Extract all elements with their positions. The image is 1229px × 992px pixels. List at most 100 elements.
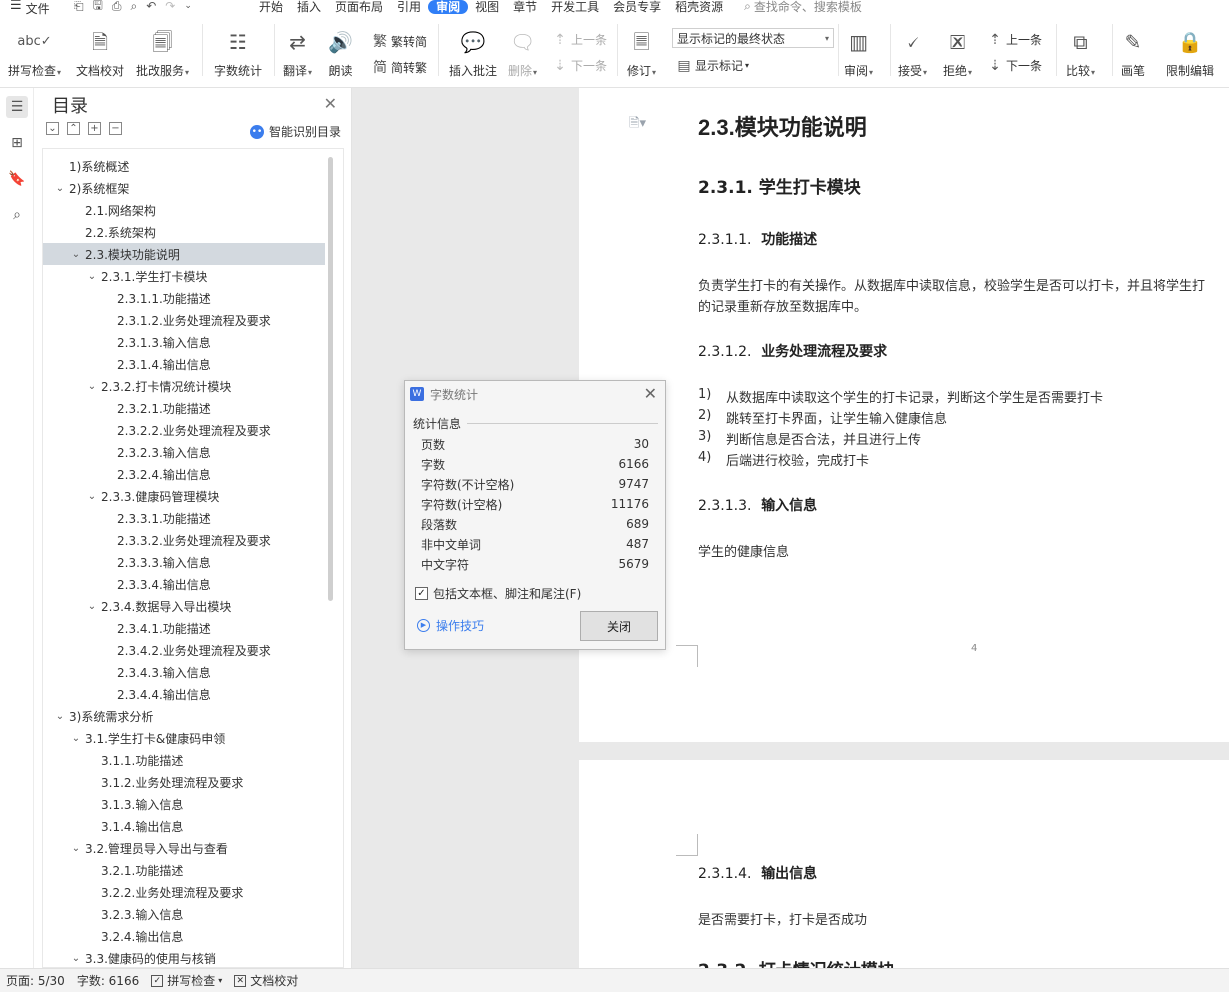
tab-8[interactable]: 会员专享 (606, 0, 668, 14)
toc-item[interactable]: 1)系统概述 (43, 155, 325, 177)
toc-item[interactable]: ⌄ 2.3.4.数据导入导出模块 (43, 595, 325, 617)
chapter-nav-icon[interactable]: ⊞ (6, 132, 28, 154)
toc-item[interactable]: 3.2.3.输入信息 (43, 903, 325, 925)
bookmark-icon[interactable]: 🔖 (6, 168, 28, 190)
spellcheck-button[interactable]: abc✓ 拼写检查▾ (8, 28, 61, 79)
chevron-down-icon[interactable]: ⌄ (69, 249, 83, 260)
toc-item[interactable]: 2.3.3.1.功能描述 (43, 507, 325, 529)
reject-button[interactable]: 🗷 拒绝▾ (943, 28, 972, 79)
toc-item[interactable]: 2.2.系统架构 (43, 221, 325, 243)
close-icon[interactable]: ✕ (324, 94, 337, 113)
new-doc-icon[interactable]: ⎗ (74, 0, 84, 14)
add-heading-icon[interactable]: + (88, 122, 101, 135)
markup-state-select[interactable]: 显示标记的最终状态 ▾ (672, 28, 834, 48)
show-markup-button[interactable]: ▤ 显示标记 ▾ (676, 57, 749, 74)
toc-item[interactable]: 3.1.2.业务处理流程及要求 (43, 771, 325, 793)
close-button[interactable]: 关闭 (580, 611, 658, 641)
toc-item[interactable]: ⌄ 2.3.3.健康码管理模块 (43, 485, 325, 507)
spellcheck-status[interactable]: ✓ 拼写检查 ▾ (145, 972, 228, 989)
toc-item[interactable]: 3.1.3.输入信息 (43, 793, 325, 815)
toc-item[interactable]: 2.3.1.3.输入信息 (43, 331, 325, 353)
remove-heading-icon[interactable]: − (109, 122, 122, 135)
file-menu[interactable]: ☰ 文件 (0, 0, 66, 16)
toc-item[interactable]: 2.3.1.2.业务处理流程及要求 (43, 309, 325, 331)
batch-service-button[interactable]: 🗐 批改服务▾ (136, 28, 189, 79)
toc-item[interactable]: 3.2.2.业务处理流程及要求 (43, 881, 325, 903)
toc-item[interactable]: 2.3.4.4.输出信息 (43, 683, 325, 705)
expand-up-icon[interactable]: ⌃ (67, 122, 80, 135)
tab-1[interactable]: 插入 (290, 0, 328, 14)
close-icon[interactable]: ✕ (644, 384, 657, 403)
toc-item[interactable]: 2.3.1.1.功能描述 (43, 287, 325, 309)
chevron-down-icon[interactable]: ⌄ (53, 711, 67, 722)
translate-button[interactable]: ⇄ 翻译▾ (283, 28, 312, 79)
chevron-down-icon[interactable]: ⌄ (69, 953, 83, 964)
insert-comment-button[interactable]: 💬 插入批注 (449, 28, 497, 79)
tips-link[interactable]: ▶ 操作技巧 (417, 617, 484, 634)
toc-item[interactable]: 3.2.1.功能描述 (43, 859, 325, 881)
doc-proof-status[interactable]: ✕ 文档校对 (228, 972, 304, 989)
toc-item[interactable]: 2.3.3.3.输入信息 (43, 551, 325, 573)
collapse-icon[interactable]: ⌄ (46, 122, 59, 135)
tab-2[interactable]: 页面布局 (328, 0, 390, 14)
revise-button[interactable]: 🗏 修订▾ (627, 28, 656, 79)
toc-item[interactable]: 2.3.3.4.输出信息 (43, 573, 325, 595)
print-icon[interactable]: ⎙ (112, 0, 122, 14)
toc-item[interactable]: ⌄ 2)系统框架 (43, 177, 325, 199)
print-preview-icon[interactable]: ⌕ (130, 0, 137, 14)
toc-nav-icon[interactable]: ☰ (6, 96, 28, 118)
toc-item[interactable]: 3.1.1.功能描述 (43, 749, 325, 771)
chevron-down-icon[interactable]: ⌄ (85, 601, 99, 612)
include-textbox-checkbox[interactable]: ✓ 包括文本框、脚注和尾注(F) (415, 585, 581, 602)
pen-button[interactable]: ✎ 画笔 (1121, 28, 1145, 79)
customize-toolbar-icon[interactable]: ⌄ (184, 1, 192, 11)
delete-comment-button[interactable]: 🗨 删除▾ (508, 28, 537, 79)
chevron-down-icon[interactable]: ⌄ (85, 381, 99, 392)
toc-item[interactable]: ⌄ 3.2.管理员导入导出与查看 (43, 837, 325, 859)
toc-item[interactable]: ⌄ 2.3.2.打卡情况统计模块 (43, 375, 325, 397)
toc-item[interactable]: 2.3.3.2.业务处理流程及要求 (43, 529, 325, 551)
toc-item[interactable]: ⌄ 3)系统需求分析 (43, 705, 325, 727)
tab-0[interactable]: 开始 (252, 0, 290, 14)
word-count-indicator[interactable]: 字数: 6166 (71, 972, 145, 989)
chevron-down-icon[interactable]: ⌄ (85, 491, 99, 502)
toc-item[interactable]: ⌄ 3.3.健康码的使用与核销 (43, 947, 325, 967)
toc-item[interactable]: 2.1.网络架构 (43, 199, 325, 221)
redo-icon[interactable]: ↷ (165, 0, 175, 13)
tab-5[interactable]: 视图 (468, 0, 506, 14)
doc-proof-button[interactable]: 🗎 文档校对 (76, 28, 124, 79)
chevron-down-icon[interactable]: ⌄ (85, 271, 99, 282)
read-aloud-button[interactable]: 🔊 朗读 (328, 28, 353, 79)
toc-item[interactable]: 2.3.4.2.业务处理流程及要求 (43, 639, 325, 661)
doc-outline-icon[interactable]: 🗎▾ (629, 114, 646, 136)
toc-item[interactable]: 2.3.2.1.功能描述 (43, 397, 325, 419)
review-pane-button[interactable]: ▥ 审阅▾ (844, 28, 873, 79)
toc-item[interactable]: 2.3.4.3.输入信息 (43, 661, 325, 683)
dialog-titlebar[interactable]: W 字数统计 ✕ (405, 381, 665, 407)
accept-button[interactable]: 🗸 接受▾ (898, 28, 927, 79)
tab-9[interactable]: 稻壳资源 (668, 0, 730, 14)
prev-comment-button[interactable]: ⇡ 上一条 (552, 31, 607, 48)
toc-item[interactable]: 2.3.2.4.输出信息 (43, 463, 325, 485)
trad-to-simp-button[interactable]: 繁繁转简 (372, 31, 427, 51)
chevron-down-icon[interactable]: ⌄ (69, 843, 83, 854)
toc-item[interactable]: ⌄ 2.3.模块功能说明 (43, 243, 325, 265)
tab-6[interactable]: 章节 (506, 0, 544, 14)
smart-toc-button[interactable]: •• 智能识别目录 (249, 123, 341, 140)
toc-item[interactable]: ⌄ 3.1.学生打卡&健康码申领 (43, 727, 325, 749)
toc-item[interactable]: 3.2.4.输出信息 (43, 925, 325, 947)
command-search[interactable]: ⌕ 查找命令、搜索模板 (744, 0, 862, 15)
next-change-button[interactable]: ⇣ 下一条 (987, 57, 1042, 74)
tab-4[interactable]: 审阅 (428, 0, 469, 14)
toc-item[interactable]: 2.3.2.3.输入信息 (43, 441, 325, 463)
tab-3[interactable]: 引用 (390, 0, 428, 14)
compare-button[interactable]: ⧉ 比较▾ (1066, 28, 1095, 79)
simp-to-trad-button[interactable]: 简简转繁 (372, 57, 427, 77)
chevron-down-icon[interactable]: ⌄ (69, 733, 83, 744)
search-icon[interactable]: ⌕ (6, 204, 28, 226)
toc-scrollbar[interactable] (328, 157, 333, 601)
chevron-down-icon[interactable]: ⌄ (53, 183, 67, 194)
toc-item[interactable]: 3.1.4.输出信息 (43, 815, 325, 837)
word-count-button[interactable]: ☷ 字数统计 (214, 28, 262, 79)
tab-7[interactable]: 开发工具 (544, 0, 606, 14)
